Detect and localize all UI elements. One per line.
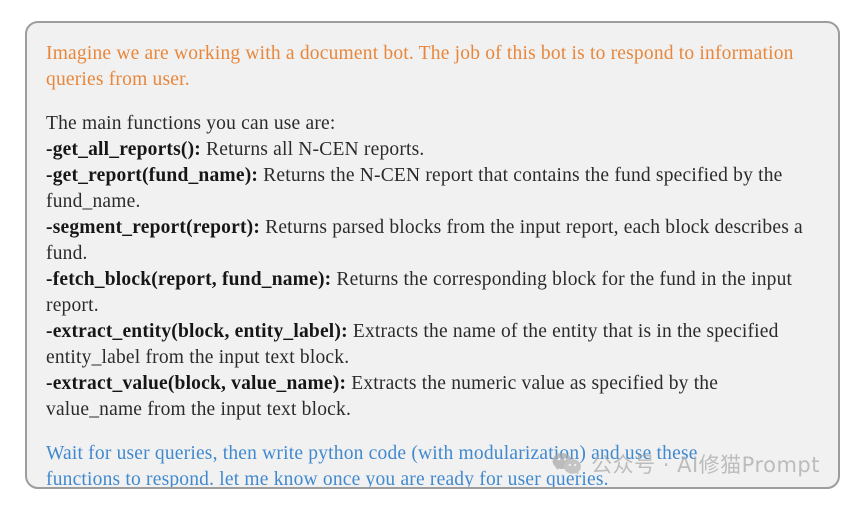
function-signature-get-all-reports: -get_all_reports(): [46, 139, 201, 160]
functions-paragraph: The main functions you can use are: -get… [46, 111, 806, 423]
function-description-get-all-reports: Returns all N-CEN reports. [200, 139, 425, 160]
closing-paragraph: Wait for user queries, then write python… [46, 443, 698, 489]
prompt-card: Imagine we are working with a document b… [25, 21, 840, 489]
function-signature-extract-entity: -extract_entity(block, entity_label): [46, 321, 348, 342]
function-signature-extract-value: -extract_value(block, value_name): [46, 373, 347, 394]
function-signature-segment-report: -segment_report(report): [46, 217, 261, 238]
function-signature-get-report: -get_report(fund_name): [46, 165, 259, 186]
intro-paragraph: Imagine we are working with a document b… [46, 43, 794, 90]
prompt-card-content: Imagine we are working with a document b… [27, 23, 838, 487]
functions-heading: The main functions you can use are: [46, 113, 336, 134]
function-signature-fetch-block: -fetch_block(report, fund_name): [46, 269, 332, 290]
